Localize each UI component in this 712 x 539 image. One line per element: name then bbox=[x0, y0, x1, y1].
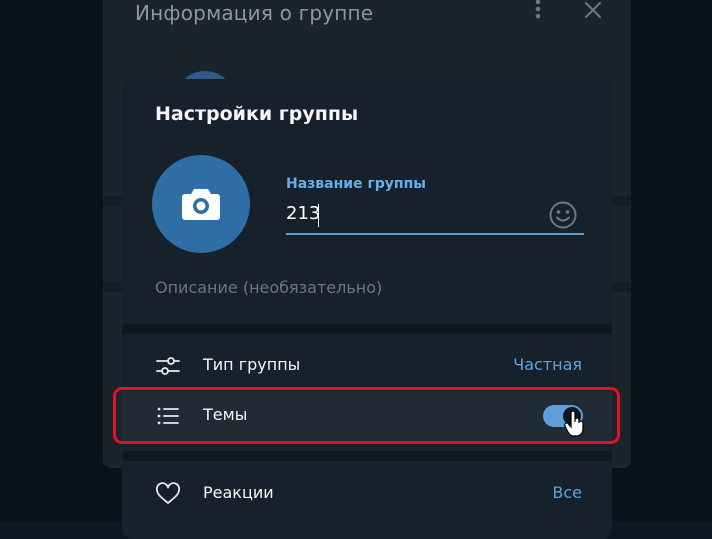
camera-icon bbox=[182, 189, 220, 220]
group-type-row[interactable]: Тип группы Частная bbox=[122, 341, 612, 391]
group-name-input[interactable]: 213 bbox=[286, 201, 584, 235]
reactions-value: Все bbox=[552, 483, 582, 502]
emoji-icon[interactable] bbox=[548, 200, 578, 230]
group-name-label: Название группы bbox=[286, 176, 426, 192]
group-name-value[interactable]: 213 bbox=[286, 203, 320, 224]
group-info-title: Информация о группе bbox=[135, 1, 374, 25]
section-separator bbox=[122, 324, 612, 334]
more-options-icon[interactable] bbox=[534, 0, 542, 22]
set-photo-button[interactable] bbox=[152, 155, 250, 253]
text-caret bbox=[318, 204, 319, 227]
heart-icon bbox=[156, 482, 180, 504]
close-icon[interactable] bbox=[583, 0, 603, 20]
reactions-label: Реакции bbox=[203, 483, 274, 502]
dialog-title: Настройки группы bbox=[155, 103, 359, 125]
sliders-icon bbox=[156, 357, 180, 375]
description-input[interactable]: Описание (необязательно) bbox=[155, 278, 382, 297]
group-type-value: Частная bbox=[513, 355, 582, 374]
section-separator bbox=[122, 451, 612, 461]
reactions-row[interactable]: Реакции Все bbox=[122, 469, 612, 519]
group-settings-dialog: Настройки группы Название группы 213 Опи… bbox=[122, 79, 612, 539]
group-type-label: Тип группы bbox=[203, 355, 301, 374]
highlight-frame bbox=[113, 387, 620, 444]
